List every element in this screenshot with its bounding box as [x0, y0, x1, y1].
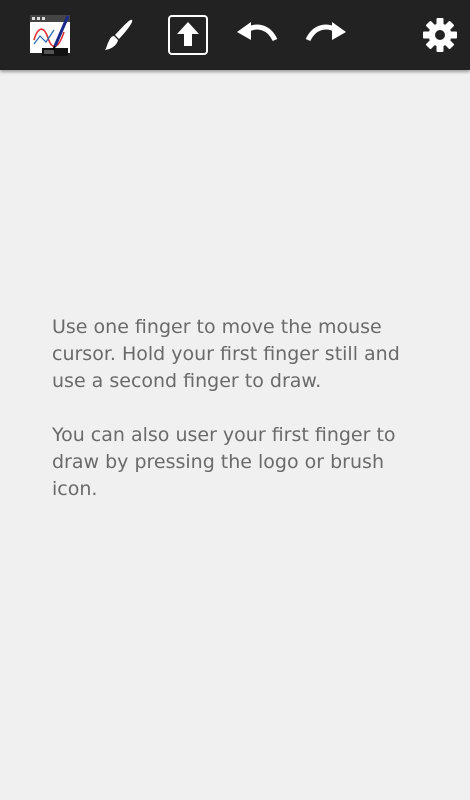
- app-logo-button[interactable]: [27, 11, 75, 59]
- upload-icon: [168, 15, 208, 55]
- undo-button[interactable]: [233, 11, 281, 59]
- instruction-text-2: You can also user your first finger to d…: [52, 424, 396, 500]
- gear-icon: [423, 18, 457, 52]
- redo-button[interactable]: [302, 11, 350, 59]
- brush-icon: [105, 19, 133, 50]
- app-logo-icon: [30, 15, 70, 56]
- undo-icon: [237, 22, 278, 42]
- app-toolbar: [0, 0, 470, 70]
- instructions-panel: Use one finger to move the mouse cursor.…: [52, 314, 432, 503]
- instruction-text-1: Use one finger to move the mouse cursor.…: [52, 316, 400, 392]
- upload-button[interactable]: [164, 11, 212, 59]
- settings-button[interactable]: [416, 11, 464, 59]
- redo-icon: [305, 22, 346, 42]
- brush-button[interactable]: [95, 11, 143, 59]
